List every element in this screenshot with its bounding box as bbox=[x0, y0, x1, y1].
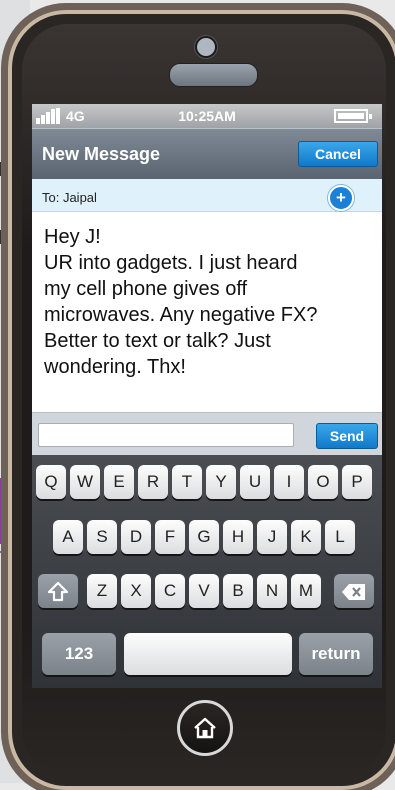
message-body[interactable]: Hey J! UR into gadgets. I just heard my … bbox=[44, 224, 374, 380]
return-key[interactable]: return bbox=[299, 633, 373, 675]
home-icon bbox=[194, 717, 216, 739]
key-u[interactable]: U bbox=[240, 465, 270, 499]
message-line: Hey J! bbox=[44, 226, 101, 248]
key-m[interactable]: M bbox=[291, 574, 321, 608]
message-line: my cell phone gives off bbox=[44, 278, 248, 300]
key-l[interactable]: L bbox=[325, 520, 355, 554]
page-title: New Message bbox=[42, 144, 161, 164]
nav-bar: New Message Cancel bbox=[32, 128, 382, 179]
backspace-icon bbox=[342, 583, 365, 600]
shift-key[interactable] bbox=[38, 574, 78, 608]
numbers-key[interactable]: 123 bbox=[42, 633, 116, 675]
key-s[interactable]: S bbox=[87, 520, 117, 554]
phone-screen: 4G 10:25AM New Message Cancel To: Jaipal… bbox=[32, 104, 382, 688]
key-a[interactable]: A bbox=[53, 520, 83, 554]
key-j[interactable]: J bbox=[257, 520, 287, 554]
key-z[interactable]: Z bbox=[87, 574, 117, 608]
status-time: 10:25AM bbox=[178, 108, 236, 124]
key-f[interactable]: F bbox=[155, 520, 185, 554]
recipient-field[interactable]: To: Jaipal + bbox=[32, 179, 382, 212]
key-e[interactable]: E bbox=[104, 465, 134, 499]
compose-bar: Send bbox=[32, 412, 382, 455]
status-bar: 4G 10:25AM bbox=[32, 104, 382, 128]
camera-icon bbox=[195, 36, 217, 58]
key-c[interactable]: C bbox=[155, 574, 185, 608]
background-mark bbox=[0, 230, 6, 244]
speaker-grille bbox=[169, 63, 258, 87]
space-key[interactable] bbox=[124, 633, 292, 675]
key-k[interactable]: K bbox=[291, 520, 321, 554]
key-n[interactable]: N bbox=[257, 574, 287, 608]
key-y[interactable]: Y bbox=[206, 465, 236, 499]
key-w[interactable]: W bbox=[70, 465, 100, 499]
add-contact-icon[interactable]: + bbox=[328, 185, 354, 211]
battery-icon bbox=[334, 109, 372, 123]
keyboard: Q W E R T Y U I O P A S D F G H J K L Z … bbox=[32, 455, 382, 688]
message-line: UR into gadgets. I just heard bbox=[44, 252, 298, 274]
key-o[interactable]: O bbox=[308, 465, 338, 499]
background-mark bbox=[0, 162, 6, 176]
key-p[interactable]: P bbox=[342, 465, 372, 499]
message-line: wondering. Thx! bbox=[44, 356, 186, 378]
shift-arrow-icon bbox=[47, 581, 69, 601]
key-h[interactable]: H bbox=[223, 520, 253, 554]
key-r[interactable]: R bbox=[138, 465, 168, 499]
recipient-label: To: Jaipal bbox=[42, 190, 97, 205]
message-line: microwaves. Any negative FX? bbox=[44, 304, 318, 326]
key-i[interactable]: I bbox=[274, 465, 304, 499]
key-d[interactable]: D bbox=[121, 520, 151, 554]
key-x[interactable]: X bbox=[121, 574, 151, 608]
compose-input[interactable] bbox=[38, 423, 294, 447]
key-v[interactable]: V bbox=[189, 574, 219, 608]
backspace-key[interactable] bbox=[334, 574, 374, 608]
message-line: Better to text or talk? Just bbox=[44, 330, 271, 352]
key-t[interactable]: T bbox=[172, 465, 202, 499]
cancel-button[interactable]: Cancel bbox=[298, 141, 378, 167]
home-button[interactable] bbox=[177, 700, 233, 756]
send-button[interactable]: Send bbox=[316, 423, 378, 449]
key-q[interactable]: Q bbox=[36, 465, 66, 499]
key-b[interactable]: B bbox=[223, 574, 253, 608]
key-g[interactable]: G bbox=[189, 520, 219, 554]
